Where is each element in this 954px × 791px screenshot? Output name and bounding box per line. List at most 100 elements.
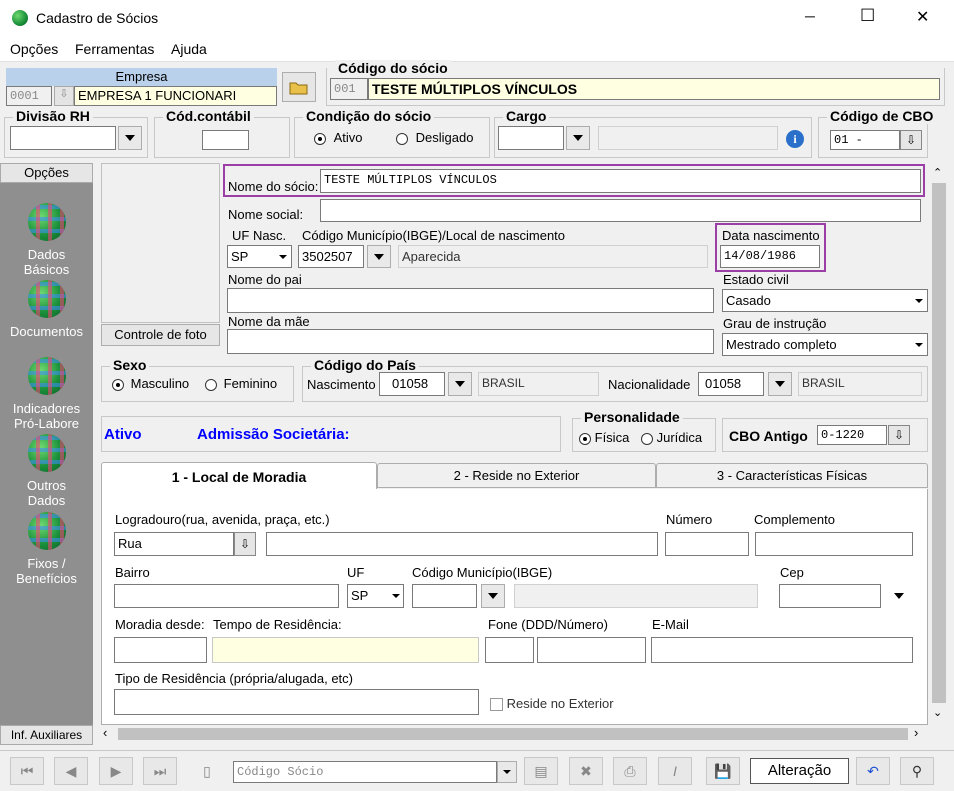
tipo-residencia-input[interactable] [114,689,479,715]
menu-ferramentas[interactable]: Ferramentas [75,41,154,57]
globe-icon [27,512,66,550]
menu-opcoes[interactable]: Opções [10,41,58,57]
municipio-nasc-code[interactable]: 3502507 [298,245,364,268]
cargo-select[interactable] [498,126,564,150]
search-binoculars-button[interactable]: ⚲ [900,757,934,785]
logradouro-tipo-input[interactable]: Rua [114,532,234,556]
cbo-antigo-lookup-icon[interactable]: ⇩ [888,425,910,445]
tab-local-moradia[interactable]: 1 - Local de Moradia [101,462,377,490]
cod-contabil-input[interactable] [202,130,249,150]
print-button[interactable]: ⎙ [613,757,647,785]
tab-reside-exterior[interactable]: 2 - Reside no Exterior [377,463,656,488]
nome-pai-input[interactable] [227,288,714,313]
sidebar-item-outros-dados[interactable]: Outros Dados [0,434,93,508]
numero-input[interactable] [665,532,749,556]
close-button[interactable]: ✕ [916,7,929,27]
logradouro-input[interactable] [266,532,658,556]
pais-nacionalidade-name: BRASIL [798,372,922,396]
sidebar-item-fixos-beneficios[interactable]: Fixos / Benefícios [0,512,93,586]
empresa-lookup-icon[interactable]: ⇩ [54,86,74,106]
info-icon[interactable]: i [786,130,804,148]
empresa-code-input[interactable]: 0001 [6,86,52,106]
pais-nacionalidade-code[interactable]: 01058 [698,372,764,396]
personalidade-fisica-radio[interactable]: Física [579,430,629,445]
first-record-button[interactable]: ⏮ [10,757,44,785]
bairro-input[interactable] [114,584,339,608]
tempo-residencia-input [212,637,479,663]
codigo-socio-search-dropdown[interactable] [497,761,517,783]
divisao-rh-dropdown[interactable] [118,126,142,150]
condicao-ativo-radio[interactable]: Ativo [314,130,363,145]
codigo-socio-search[interactable]: Código Sócio [233,761,497,783]
complemento-input[interactable] [755,532,913,556]
minimize-button[interactable]: ─ [805,8,815,24]
email-input[interactable] [651,637,913,663]
cargo-label: Cargo [503,108,550,124]
pais-nacionalidade-dropdown[interactable] [768,372,792,396]
new-document-button[interactable]: ▯ [190,757,224,785]
horizontal-scroll-thumb[interactable] [118,728,908,740]
scroll-right-icon[interactable]: › [914,725,918,740]
moradia-desde-input[interactable] [114,637,207,663]
pais-nascimento-dropdown[interactable] [448,372,472,396]
fone-input[interactable] [537,637,646,663]
delete-button[interactable]: ✖ [569,757,603,785]
radio-unchecked-icon [205,378,217,391]
ddd-input[interactable] [485,637,534,663]
globe-icon [27,434,66,472]
grau-instrucao-select[interactable]: Mestrado completo [722,333,928,356]
sidebar-item-documentos[interactable]: Documentos [0,280,93,339]
undo-button[interactable]: ↶ [856,757,890,785]
menu-ajuda[interactable]: Ajuda [171,41,207,57]
radio-checked-icon [112,378,124,391]
sidebar-item-dados-basicos[interactable]: Dados Básicos [0,203,93,277]
condicao-desligado-radio[interactable]: Desligado [396,130,473,145]
last-record-button[interactable]: ⏭ [143,757,177,785]
logradouro-tipo-lookup-icon[interactable]: ⇩ [234,532,256,556]
maximize-button[interactable]: ☐ [860,6,875,26]
tab-caracteristicas-fisicas[interactable]: 3 - Características Físicas [656,463,928,488]
data-nasc-input[interactable]: 14/08/1986 [720,245,820,268]
sidebar-item-indicadores[interactable]: Indicadores Pró-Labore [0,357,93,431]
nome-social-input[interactable] [320,199,921,222]
sexo-masculino-radio[interactable]: Masculino [112,376,189,391]
cbo-antigo-input[interactable]: 0-1220 [817,425,887,445]
socio-name-input[interactable]: TESTE MÚLTIPLOS VÍNCULOS [368,78,940,100]
sidebar-footer-inf-auxiliares[interactable]: Inf. Auxiliares [0,725,93,745]
municipio-nasc-dropdown[interactable] [367,245,391,268]
vertical-scroll-thumb[interactable] [932,183,946,703]
cargo-dropdown[interactable] [566,126,590,150]
scroll-down-icon[interactable]: ⌄ [933,706,942,719]
cbo-input[interactable]: 01 - [830,130,900,150]
condicao-label: Condição do sócio [303,108,435,124]
scroll-left-icon[interactable]: ‹ [103,725,107,740]
scroll-up-icon[interactable]: ⌃ [933,166,942,179]
estado-civil-select[interactable]: Casado [722,289,928,312]
municipio-dropdown[interactable] [481,584,505,608]
condicao-desligado-label: Desligado [415,130,474,145]
cep-dropdown[interactable] [887,584,911,608]
prev-record-button[interactable]: ◀ [54,757,88,785]
nome-socio-label: Nome do sócio: [228,179,319,194]
controle-foto-button[interactable]: Controle de foto [101,324,220,346]
personalidade-juridica-radio[interactable]: Jurídica [641,430,702,445]
mode-status: Alteração [750,758,849,784]
sexo-feminino-radio[interactable]: Feminino [205,376,277,391]
cep-input[interactable] [779,584,881,608]
report-button[interactable]: ▤ [524,757,558,785]
empresa-name-input[interactable]: EMPRESA 1 FUNCIONARI [74,86,277,106]
pais-nascimento-code[interactable]: 01058 [379,372,445,396]
open-folder-button[interactable] [282,72,316,102]
municipio-input[interactable] [412,584,477,608]
nome-socio-input[interactable]: TESTE MÚLTIPLOS VÍNCULOS [320,169,921,193]
socio-code-input[interactable]: 001 [330,78,368,100]
divisao-rh-select[interactable] [10,126,116,150]
next-record-button[interactable]: ▶ [99,757,133,785]
chevron-down-icon [915,299,923,303]
save-button[interactable]: 💾 [706,757,740,785]
sidebar-item-label: Dados Básicos [23,247,70,277]
reside-exterior-checkbox[interactable]: Reside no Exterior [490,696,614,712]
nome-mae-input[interactable] [227,329,714,354]
cbo-lookup-icon[interactable]: ⇩ [900,130,922,150]
italic-button[interactable]: I [658,757,692,785]
